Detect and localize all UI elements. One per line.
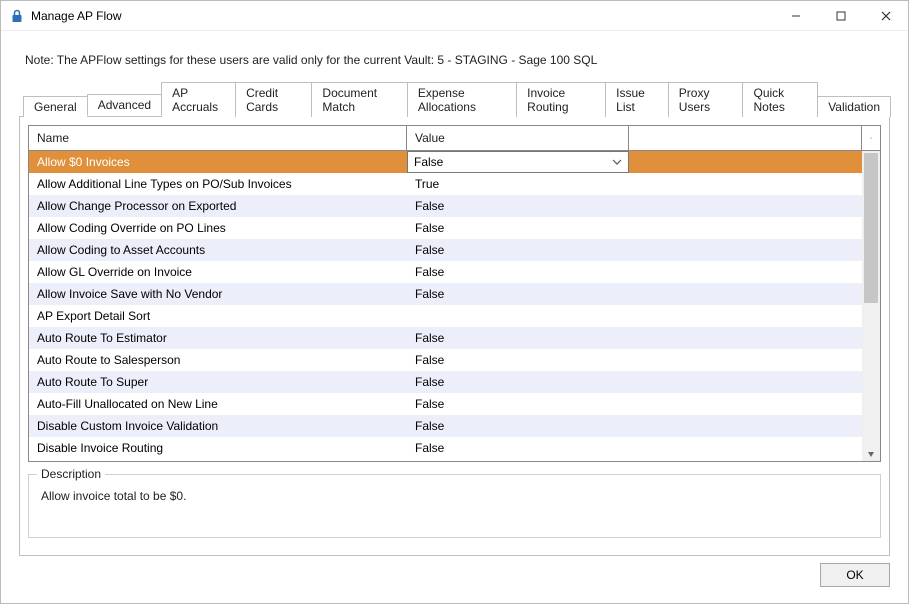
setting-name: Allow $0 Invoices	[29, 155, 407, 169]
tab-advanced[interactable]: Advanced	[87, 94, 162, 116]
tabstrip: GeneralAdvancedAP AccrualsCredit CardsDo…	[23, 81, 890, 116]
tab-document-match[interactable]: Document Match	[311, 82, 408, 117]
setting-value: False	[407, 287, 629, 301]
grid-body: Allow $0 InvoicesFalseAllow Additional L…	[29, 151, 880, 461]
dropdown-selected-text: False	[414, 155, 612, 169]
setting-value: False	[407, 151, 629, 173]
setting-value: False	[407, 221, 629, 235]
table-row[interactable]: AP Export Detail Sort	[29, 305, 862, 327]
vault-note: Note: The APFlow settings for these user…	[25, 53, 884, 67]
setting-name: Disable Invoice Routing	[29, 441, 407, 455]
column-header-name[interactable]: Name	[29, 126, 407, 150]
table-row[interactable]: Auto Route To SuperFalse	[29, 371, 862, 393]
maximize-button[interactable]	[818, 1, 863, 31]
table-row[interactable]: Allow Invoice Save with No VendorFalse	[29, 283, 862, 305]
table-row[interactable]: Allow Coding to Asset AccountsFalse	[29, 239, 862, 261]
close-button[interactable]	[863, 1, 908, 31]
setting-value: False	[407, 375, 629, 389]
tab-issue-list[interactable]: Issue List	[605, 82, 669, 117]
setting-value: False	[407, 397, 629, 411]
app-window: Manage AP Flow Note: The APFlow settings…	[0, 0, 909, 604]
setting-value: False	[407, 331, 629, 345]
content-area: Note: The APFlow settings for these user…	[1, 31, 908, 570]
setting-name: Allow Coding Override on PO Lines	[29, 221, 407, 235]
tab-invoice-routing[interactable]: Invoice Routing	[516, 82, 606, 117]
setting-name: Auto Route To Super	[29, 375, 407, 389]
setting-name: AP Export Detail Sort	[29, 309, 407, 323]
setting-value: True	[407, 177, 629, 191]
table-row[interactable]: Auto Route To EstimatorFalse	[29, 327, 862, 349]
tab-quick-notes[interactable]: Quick Notes	[742, 82, 818, 117]
table-row[interactable]: Allow Additional Line Types on PO/Sub In…	[29, 173, 862, 195]
tab-general[interactable]: General	[23, 96, 88, 117]
table-row[interactable]: Allow Coding Override on PO LinesFalse	[29, 217, 862, 239]
tab-expense-allocations[interactable]: Expense Allocations	[407, 82, 517, 117]
advanced-panel: Name Value Allow $0 InvoicesFalseAllow A…	[19, 116, 890, 556]
setting-value: False	[407, 243, 629, 257]
titlebar: Manage AP Flow	[1, 1, 908, 31]
settings-grid: Name Value Allow $0 InvoicesFalseAllow A…	[28, 125, 881, 462]
table-row[interactable]: Auto Route to SalespersonFalse	[29, 349, 862, 371]
setting-name: Allow Coding to Asset Accounts	[29, 243, 407, 257]
tab-credit-cards[interactable]: Credit Cards	[235, 82, 312, 117]
lock-icon	[9, 8, 25, 24]
table-row[interactable]: Allow Change Processor on ExportedFalse	[29, 195, 862, 217]
scrollbar-thumb[interactable]	[864, 153, 878, 303]
setting-value: False	[407, 441, 629, 455]
setting-name: Allow Change Processor on Exported	[29, 199, 407, 213]
setting-name: Allow GL Override on Invoice	[29, 265, 407, 279]
minimize-button[interactable]	[773, 1, 818, 31]
setting-name: Allow Additional Line Types on PO/Sub In…	[29, 177, 407, 191]
setting-name: Allow Invoice Save with No Vendor	[29, 287, 407, 301]
description-group: Description Allow invoice total to be $0…	[28, 474, 881, 538]
table-row[interactable]: Allow GL Override on InvoiceFalse	[29, 261, 862, 283]
setting-name: Auto-Fill Unallocated on New Line	[29, 397, 407, 411]
setting-name: Auto Route To Estimator	[29, 331, 407, 345]
vertical-scrollbar[interactable]	[862, 151, 880, 461]
table-row[interactable]: Allow $0 Invoices False	[29, 151, 862, 173]
table-row[interactable]: Disable Invoice RoutingFalse	[29, 437, 862, 459]
description-legend: Description	[37, 467, 105, 481]
setting-name: Disable Custom Invoice Validation	[29, 419, 407, 433]
column-header-value[interactable]: Value	[407, 126, 629, 150]
ok-button[interactable]: OK	[820, 563, 890, 587]
column-header-spacer	[629, 126, 862, 150]
setting-name: Auto Route to Salesperson	[29, 353, 407, 367]
chevron-down-icon	[612, 157, 622, 168]
window-title: Manage AP Flow	[31, 9, 773, 23]
setting-value: False	[407, 265, 629, 279]
tab-validation[interactable]: Validation	[817, 96, 891, 117]
scroll-down-icon[interactable]	[862, 446, 880, 461]
tab-ap-accruals[interactable]: AP Accruals	[161, 82, 236, 117]
setting-value: False	[407, 353, 629, 367]
scroll-header-arrow[interactable]	[862, 126, 880, 150]
grid-header-row: Name Value	[29, 126, 880, 151]
setting-value: False	[407, 419, 629, 433]
table-row[interactable]: Auto-Fill Unallocated on New LineFalse	[29, 393, 862, 415]
value-dropdown[interactable]: False	[407, 151, 629, 173]
tab-proxy-users[interactable]: Proxy Users	[668, 82, 744, 117]
footer: OK	[820, 563, 890, 587]
table-row[interactable]: Disable Custom Invoice ValidationFalse	[29, 415, 862, 437]
setting-value: False	[407, 199, 629, 213]
description-text: Allow invoice total to be $0.	[41, 489, 870, 503]
